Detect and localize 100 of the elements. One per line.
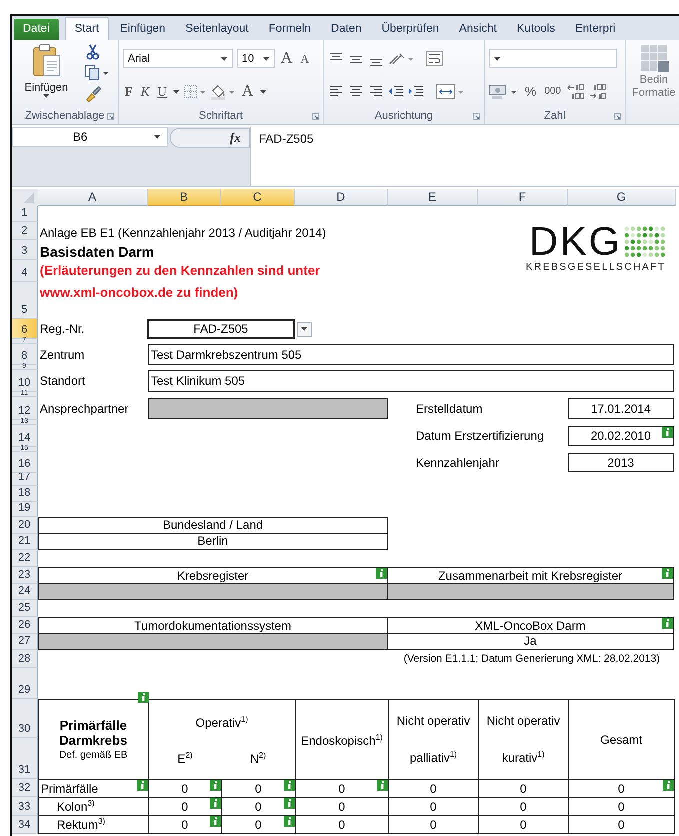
info-icon[interactable] (284, 780, 296, 791)
caret-icon[interactable] (263, 56, 270, 60)
dropdown-button[interactable] (297, 322, 312, 336)
ribbon-tab[interactable]: Einfügen (111, 18, 175, 40)
copy-icon[interactable] (84, 65, 108, 81)
row-header[interactable]: 20 (12, 517, 38, 534)
info-icon[interactable] (377, 780, 388, 791)
align-right-icon[interactable] (368, 84, 384, 98)
column-header[interactable]: B (148, 189, 221, 206)
ribbon-tab[interactable]: Datei (14, 19, 59, 40)
info-icon[interactable] (284, 816, 296, 827)
row-header[interactable]: 4 (12, 260, 38, 282)
row-header[interactable]: 16 (12, 452, 38, 473)
increase-indent-icon[interactable] (408, 84, 424, 98)
column-subheader: Def. gemäß EB (58, 750, 129, 761)
caret-icon[interactable] (301, 327, 308, 331)
align-left-icon[interactable] (328, 84, 344, 98)
name-box[interactable]: B6 (12, 127, 168, 147)
column-header[interactable]: D (295, 189, 388, 206)
bold-button[interactable]: F (123, 84, 135, 100)
thousands-separator-button[interactable]: 000 (542, 84, 564, 100)
row-header[interactable]: 19 (12, 502, 38, 517)
dropdown-field[interactable]: FAD-Z505 (148, 320, 294, 338)
row-header[interactable]: 34 (12, 816, 38, 834)
date-field[interactable]: 20.02.2010 (568, 426, 674, 446)
fill-color-icon[interactable] (210, 84, 236, 100)
row-header[interactable]: 5 (12, 282, 38, 319)
ribbon-tab[interactable]: Seitenlayout (176, 18, 258, 40)
ribbon-tab[interactable]: Ansicht (450, 18, 506, 40)
align-center-icon[interactable] (348, 84, 364, 98)
launcher-icon[interactable] (107, 113, 114, 120)
row-header[interactable]: 30 (12, 699, 38, 738)
row-header[interactable]: 31 (12, 738, 38, 779)
wrap-text-icon[interactable] (426, 50, 446, 66)
italic-button[interactable]: K (138, 84, 152, 100)
date-field[interactable]: 17.01.2014 (568, 398, 674, 419)
merge-cells-icon[interactable] (436, 84, 464, 100)
font-color-button[interactable]: A (240, 84, 256, 100)
launcher-icon[interactable] (312, 113, 319, 120)
table-cell: 0 (182, 818, 188, 832)
column-header[interactable]: G (568, 189, 676, 206)
number-format-field[interactable] (489, 49, 617, 68)
row-header[interactable]: 3 (12, 240, 38, 260)
underline-button[interactable]: U (156, 84, 170, 100)
caret-icon[interactable] (154, 135, 161, 139)
shrink-font-button[interactable]: A (298, 50, 312, 66)
caret-icon[interactable] (260, 90, 267, 94)
ribbon-tab[interactable]: Daten (322, 18, 371, 40)
row-header[interactable]: 25 (12, 600, 38, 617)
info-icon[interactable] (284, 798, 296, 809)
ribbon-tab[interactable]: Formeln (260, 18, 320, 40)
row-header[interactable]: 18 (12, 486, 38, 502)
row-header[interactable]: 23 (12, 567, 38, 584)
info-icon[interactable] (663, 780, 674, 791)
row-header[interactable]: 28 (12, 650, 38, 668)
caret-icon[interactable] (43, 94, 50, 98)
ribbon-tab[interactable]: Enterpri (566, 18, 625, 40)
row-header[interactable]: 29 (12, 668, 38, 699)
decrease-decimal-icon[interactable] (589, 84, 608, 100)
ribbon-tab[interactable]: Start (64, 17, 110, 40)
insert-function-button[interactable]: fx (230, 130, 241, 146)
caret-icon[interactable] (494, 56, 501, 60)
font-field[interactable]: Arial (123, 49, 233, 68)
text-orientation-icon[interactable] (388, 52, 414, 66)
launcher-icon[interactable] (614, 113, 621, 120)
row-header[interactable]: 32 (12, 779, 38, 797)
table-cell: 0 (520, 818, 527, 832)
paintbrush-icon[interactable] (84, 86, 100, 102)
percent-button[interactable]: % (523, 84, 539, 100)
row-header[interactable]: 26 (12, 617, 38, 634)
row-header[interactable]: 22 (12, 550, 38, 567)
text-field[interactable]: Test Klinikum 505 (148, 370, 674, 392)
decrease-indent-icon[interactable] (388, 84, 404, 98)
table-header: Bundesland / Land (38, 517, 388, 534)
column-header[interactable]: F (478, 189, 568, 206)
column-header: Operativ$^{1)}$ (194, 714, 250, 730)
column-header[interactable]: C (221, 189, 295, 206)
row-header[interactable]: 24 (12, 584, 38, 600)
paste-button[interactable]: Einfügen (22, 44, 72, 98)
caret-icon[interactable] (173, 90, 180, 94)
caret-icon[interactable] (221, 56, 228, 60)
ribbon-tab[interactable]: Kutools (508, 18, 564, 40)
date-field[interactable]: 2013 (568, 453, 674, 472)
column-header[interactable]: A (38, 189, 148, 206)
size-field[interactable]: 10 (237, 49, 275, 68)
scissors-icon[interactable] (84, 44, 100, 60)
launcher-icon[interactable] (473, 113, 480, 120)
row-header[interactable]: 27 (12, 634, 38, 650)
text-field[interactable]: Test Darmkrebszentrum 505 (148, 344, 674, 365)
increase-decimal-icon[interactable] (567, 84, 586, 100)
currency-icon[interactable] (489, 84, 519, 100)
row-header[interactable]: 21 (12, 534, 38, 550)
table-cell: 0 (618, 818, 625, 832)
grow-font-button[interactable]: A (279, 50, 295, 66)
row-header[interactable]: 33 (12, 797, 38, 816)
row-header[interactable]: 2 (12, 222, 38, 240)
conditional-formatting-button[interactable]: Bedin Formatie (626, 40, 678, 124)
column-header[interactable]: E (388, 189, 478, 206)
ribbon-tab[interactable]: Überprüfen (372, 18, 448, 40)
row-header[interactable]: 1 (12, 206, 38, 222)
